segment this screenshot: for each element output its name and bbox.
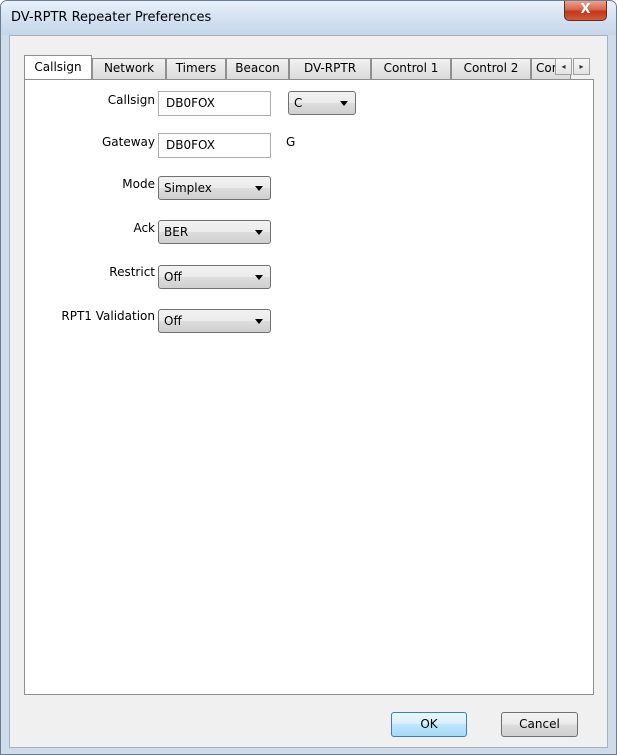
callsign-suffix-value: C <box>294 96 303 110</box>
mode-value: Simplex <box>164 181 212 195</box>
tab-scroll-right-icon[interactable]: ▸ <box>573 58 590 75</box>
tab-network[interactable]: Network <box>92 58 166 79</box>
callsign-suffix-select[interactable]: C <box>288 91 356 115</box>
chevron-down-icon <box>255 275 263 280</box>
tab-dv-rptr[interactable]: DV-RPTR <box>289 58 371 79</box>
callsign-label: Callsign <box>107 93 155 107</box>
preferences-window: DV-RPTR Repeater Preferences X Callsign … <box>0 0 617 755</box>
close-icon: X <box>580 2 591 17</box>
chevron-down-icon <box>255 319 263 324</box>
restrict-label: Restrict <box>109 265 155 279</box>
gateway-suffix-label: G <box>286 135 296 149</box>
callsign-tab-panel: Callsign DB0FOX C Gateway DB0FOX G Mode … <box>24 79 594 695</box>
mode-select[interactable]: Simplex <box>158 176 271 200</box>
mode-label: Mode <box>122 177 155 191</box>
gateway-input[interactable]: DB0FOX <box>158 133 271 158</box>
chevron-down-icon <box>255 230 263 235</box>
ack-select[interactable]: BER <box>158 220 271 244</box>
tab-control-2[interactable]: Control 2 <box>451 58 531 79</box>
cancel-button[interactable]: Cancel <box>501 712 578 737</box>
tab-timers[interactable]: Timers <box>166 58 226 79</box>
tab-control-1[interactable]: Control 1 <box>371 58 451 79</box>
restrict-value: Off <box>164 270 182 284</box>
tab-scroll-left-icon[interactable]: ◂ <box>555 58 572 75</box>
tab-strip: Callsign Network Timers Beacon DV-RPTR C… <box>24 55 592 79</box>
chevron-down-icon <box>255 186 263 191</box>
ack-value: BER <box>164 225 189 239</box>
rpt1-validation-select[interactable]: Off <box>158 309 271 333</box>
rpt1-validation-label: RPT1 Validation <box>61 309 155 323</box>
restrict-select[interactable]: Off <box>158 265 271 289</box>
callsign-input[interactable]: DB0FOX <box>158 91 271 116</box>
rpt1-validation-value: Off <box>164 314 182 328</box>
title-bar[interactable]: DV-RPTR Repeater Preferences X <box>1 1 616 35</box>
window-title: DV-RPTR Repeater Preferences <box>11 10 212 25</box>
tab-beacon[interactable]: Beacon <box>226 58 289 79</box>
ok-button[interactable]: OK <box>391 712 467 737</box>
close-button[interactable]: X <box>564 1 607 21</box>
chevron-down-icon <box>340 101 348 106</box>
tab-callsign[interactable]: Callsign <box>24 55 92 79</box>
gateway-label: Gateway <box>101 135 155 149</box>
ack-label: Ack <box>133 221 155 235</box>
dialog-client-area: Callsign Network Timers Beacon DV-RPTR C… <box>9 35 608 748</box>
